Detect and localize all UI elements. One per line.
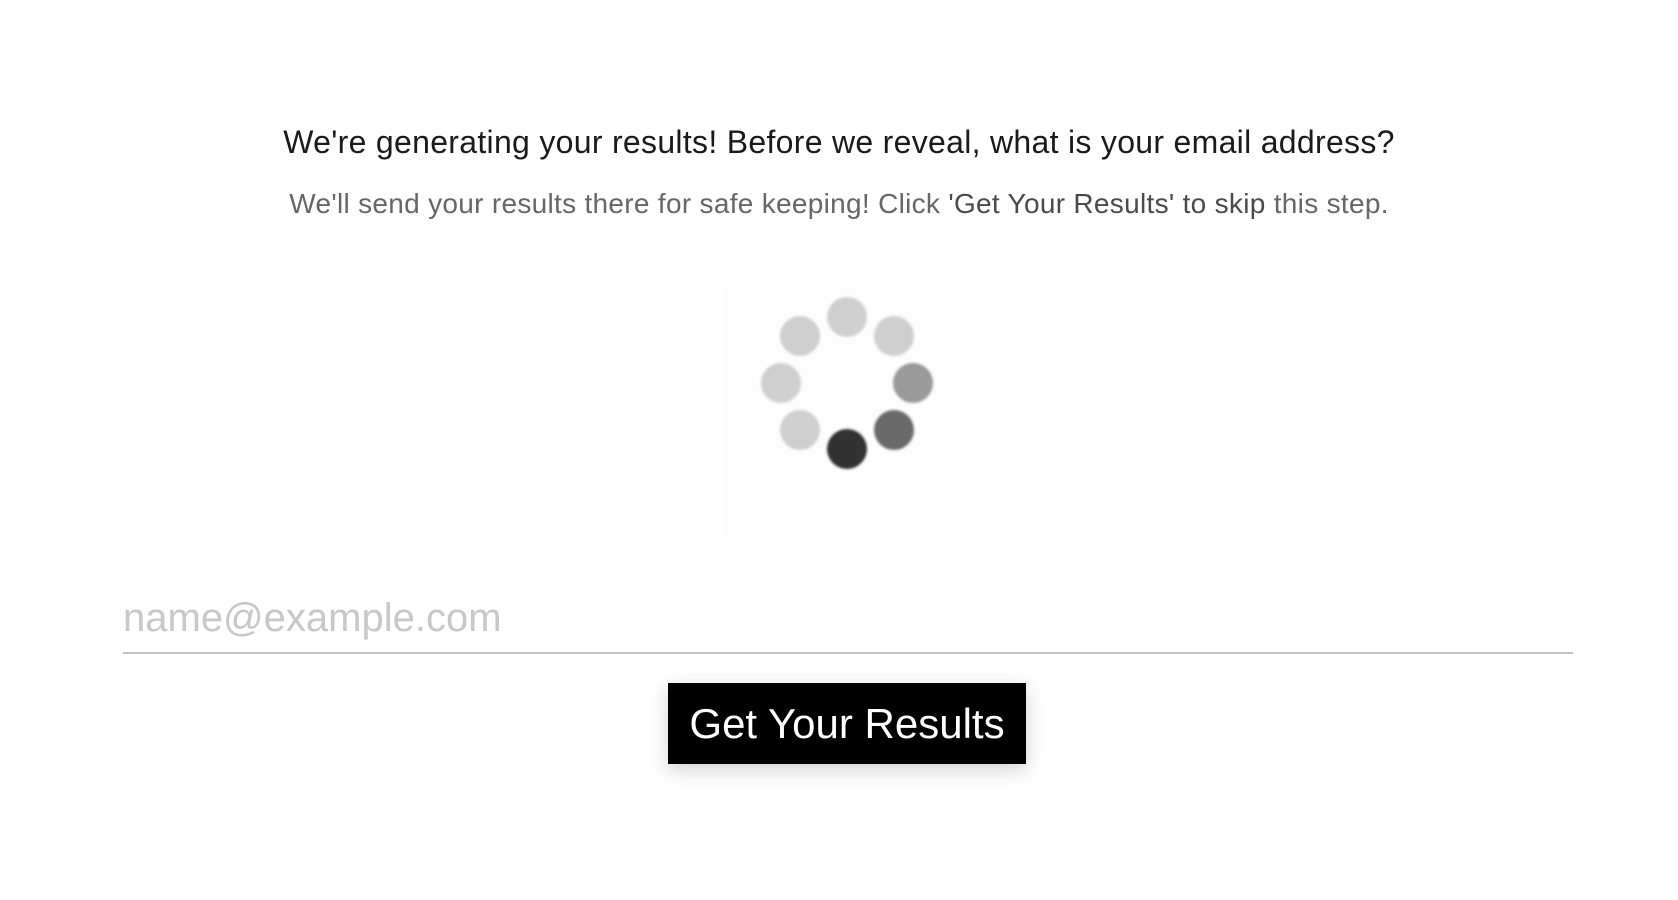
page-heading: We're generating your results! Before we…: [283, 124, 1395, 160]
loading-spinner-icon: [724, 288, 974, 538]
page-subheading: We'll send your results there for safe k…: [0, 186, 1678, 222]
spinner-dot: [893, 363, 933, 403]
get-results-button[interactable]: Get Your Results: [668, 683, 1026, 764]
subheading-suffix: this step.: [1265, 188, 1389, 219]
spinner-dot: [874, 316, 914, 356]
email-input[interactable]: [123, 586, 1573, 650]
email-field-wrapper: [123, 586, 1573, 654]
spinner-dot: [780, 316, 820, 356]
subheading-emphasis: 'Get Your Results' to skip: [948, 188, 1266, 219]
spinner-dot: [827, 297, 867, 337]
spinner-dot: [874, 410, 914, 450]
subheading-prefix: We'll send your results there for safe k…: [289, 188, 949, 219]
email-capture-page: We're generating your results! Before we…: [0, 0, 1678, 900]
spinner-dot: [761, 363, 801, 403]
spinner-dot: [780, 410, 820, 450]
spinner-dot: [827, 429, 867, 469]
